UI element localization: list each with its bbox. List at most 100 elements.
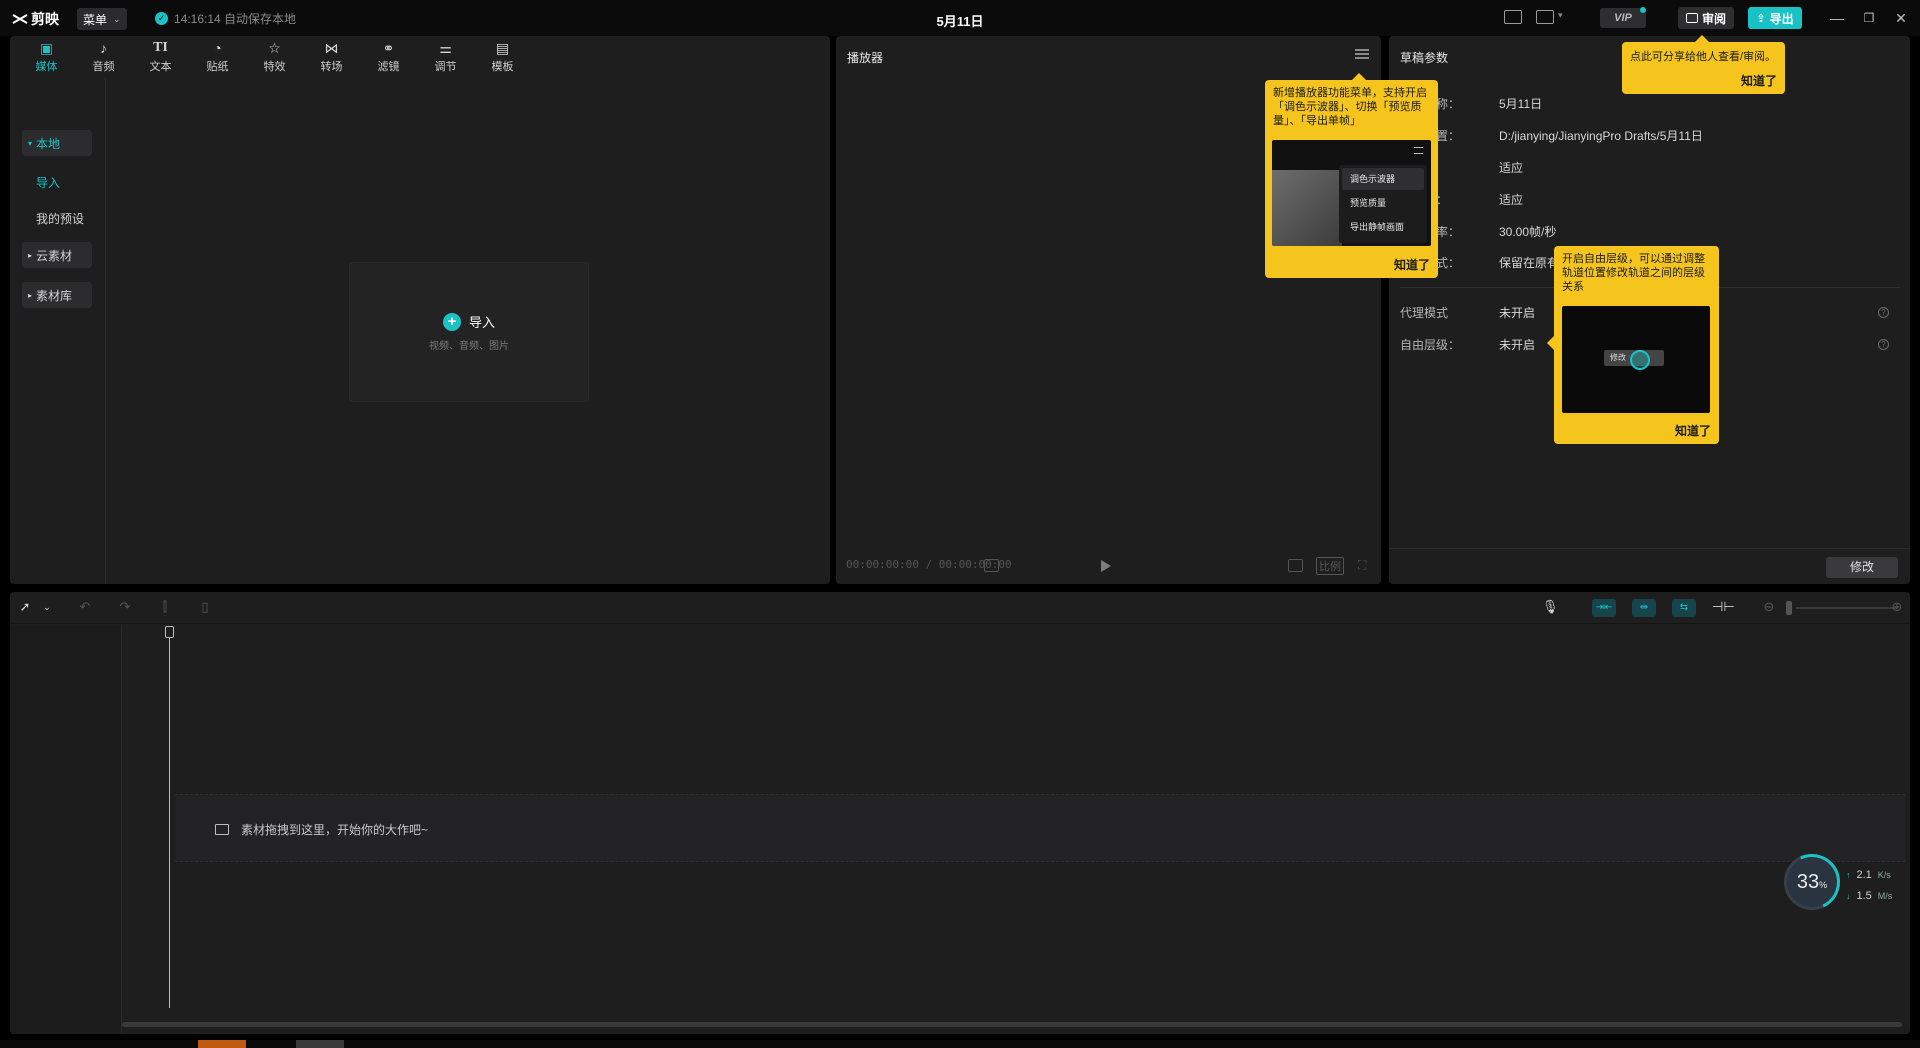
params-footer: 修改 [1389,548,1910,584]
taskbar-app[interactable] [296,1040,344,1048]
edit-button[interactable]: 修改 [1826,557,1898,578]
shortcuts-icon[interactable] [1504,10,1522,24]
tab-media[interactable]: ▣ 媒体 [18,36,75,78]
preview-axis-icon[interactable]: ⊣⊢ [1712,600,1735,614]
timeline-toggle-icon[interactable] [984,559,999,572]
share-tooltip: 点此可分享给他人查看/审阅。 知道了 [1622,35,1785,94]
gauge-value: 33% [1796,871,1828,893]
auto-snap-icon[interactable]: ⇹ [1632,599,1656,617]
param-row: 分辨率： 适应 [1400,191,1900,211]
download-value: 1.5 [1856,889,1872,902]
arrow-down-icon: ↓ [1846,890,1851,901]
arrow-up-icon: ↑ [1846,869,1851,880]
playhead[interactable] [169,638,170,1008]
param-key: 代理模式 [1400,306,1449,320]
tooltip-arrow [1695,35,1709,42]
import-dropzone[interactable]: + 导入 视频、音频、图片 [349,262,589,402]
tab-sticker[interactable]: ◔ 贴纸 [189,36,246,78]
upload-speed: ↑ 2.1 K/s [1846,864,1898,885]
import-label: 导入 [468,315,495,330]
media-sidebar: ▾ 本地 导入 我的预设 ▸ 云素材 ▸ 素材库 [10,78,106,584]
preview-menu: 调色示波器 预览质量 导出静帧画面 [1339,165,1427,243]
timeline-dropzone[interactable]: 素材拖拽到这里，开始你的大作吧~ [175,794,1905,862]
undo-icon[interactable]: ↶ [78,600,92,614]
param-value: 适应 [1499,193,1524,207]
zoom-in-icon[interactable]: ⊕ [1890,600,1904,614]
tab-label: 媒体 [35,61,58,73]
layout-chevron-icon[interactable]: ▾ [1558,10,1563,21]
help-icon[interactable]: ? [1878,339,1889,350]
tooltip-arrow [1352,73,1366,80]
tab-template[interactable]: ▤ 模板 [474,36,531,78]
tooltip-text: 开启自由层级，可以通过调整轨道位置修改轨道之间的层级关系 [1562,253,1705,293]
playhead-handle[interactable] [165,626,174,638]
download-unit: M/s [1877,890,1893,901]
select-cursor-icon[interactable]: ➚ [18,600,32,614]
player-menu-icon[interactable] [1355,49,1369,59]
preview-menu-item: 预览质量 [1350,198,1387,208]
tab-audio[interactable]: ♪ 音频 [75,36,132,78]
zoom-slider[interactable] [1796,607,1896,609]
minimize-icon[interactable]: — [1825,7,1849,29]
fullscreen-icon[interactable]: ⛶ [1358,558,1366,573]
import-button[interactable]: + 导入 [442,312,495,331]
app-logo: 剪映 [12,9,59,29]
taskbar [0,1040,1920,1048]
review-icon [1685,13,1698,23]
tab-filter[interactable]: ⚭ 滤镜 [360,36,417,78]
split-icon[interactable]: ⫿ [158,600,172,614]
help-icon[interactable]: ? [1878,307,1889,318]
tab-transition[interactable]: ⋈ 转场 [303,36,360,78]
linkage-icon[interactable]: ⇆ [1672,599,1696,617]
caret-right-icon: ▸ [28,250,33,260]
sidebar-item-presets[interactable]: 我的预设 [36,210,84,227]
screenshot-icon[interactable] [1288,559,1303,572]
vip-badge[interactable]: VIP [1600,8,1646,28]
taskbar-app[interactable] [198,1040,246,1048]
chevron-down-icon[interactable]: ⌄ [40,600,54,614]
ratio-button[interactable]: 比例 [1316,557,1344,575]
param-row: 草稿名称： 5月11日 [1400,95,1900,115]
import-hint: 视频、音频、图片 [429,341,509,352]
delete-icon[interactable]: ▯ [198,600,212,614]
tab-label: 模板 [491,61,514,73]
param-row: 比例： 适应 [1400,159,1900,179]
review-button[interactable]: 审阅 [1678,7,1734,29]
got-it-button[interactable]: 知道了 [1675,424,1711,438]
param-key: 自由层级： [1400,338,1461,352]
got-it-button[interactable]: 知道了 [1394,258,1430,272]
media-icon: ▣ [39,39,54,56]
export-button[interactable]: ⇪ 导出 [1748,7,1802,29]
sidebar-item-local[interactable]: ▾ 本地 [22,130,92,156]
restore-icon[interactable]: ❐ [1857,7,1881,29]
adjust-icon: ⚌ [439,39,452,56]
layout-icon[interactable] [1536,10,1554,24]
menu-icon [1414,147,1423,154]
got-it-button[interactable]: 知道了 [1741,74,1777,88]
free-layer-tooltip: 开启自由层级，可以通过调整轨道位置修改轨道之间的层级关系 修改 知道了 [1547,246,1719,444]
horizontal-scrollbar[interactable] [122,1022,1902,1027]
tab-effects[interactable]: ☆ 特效 [246,36,303,78]
tab-label: 贴纸 [206,61,229,73]
close-icon[interactable]: ✕ [1889,7,1913,29]
tab-label: 文本 [149,61,172,73]
play-icon[interactable] [1101,560,1111,572]
param-value: 5月11日 [1499,97,1543,111]
zoom-slider-handle[interactable] [1786,601,1792,615]
player-title: 播放器 [847,51,884,65]
param-value: 30.00帧/秒 [1499,225,1557,239]
redo-icon[interactable]: ↷ [118,600,132,614]
menu-button[interactable]: 菜单 ⌄ [77,8,127,30]
sidebar-item-library[interactable]: ▸ 素材库 [22,282,92,308]
microphone-icon[interactable]: 🎙 [1542,600,1559,614]
timeline-ruler[interactable] [122,625,1910,643]
zoom-out-icon[interactable]: ⊖ [1762,600,1776,614]
tab-text[interactable]: TI 文本 [132,36,189,78]
sidebar-item-label: 素材库 [36,288,73,303]
tab-adjust[interactable]: ⚌ 调节 [417,36,474,78]
sidebar-item-cloud[interactable]: ▸ 云素材 [22,242,92,268]
sidebar-item-import[interactable]: 导入 [36,174,60,191]
capcut-logo-icon [12,14,28,24]
usage-gauge[interactable]: 33% [1776,846,1848,918]
main-track-magnet-icon[interactable]: ⇥⇤ [1592,599,1616,617]
